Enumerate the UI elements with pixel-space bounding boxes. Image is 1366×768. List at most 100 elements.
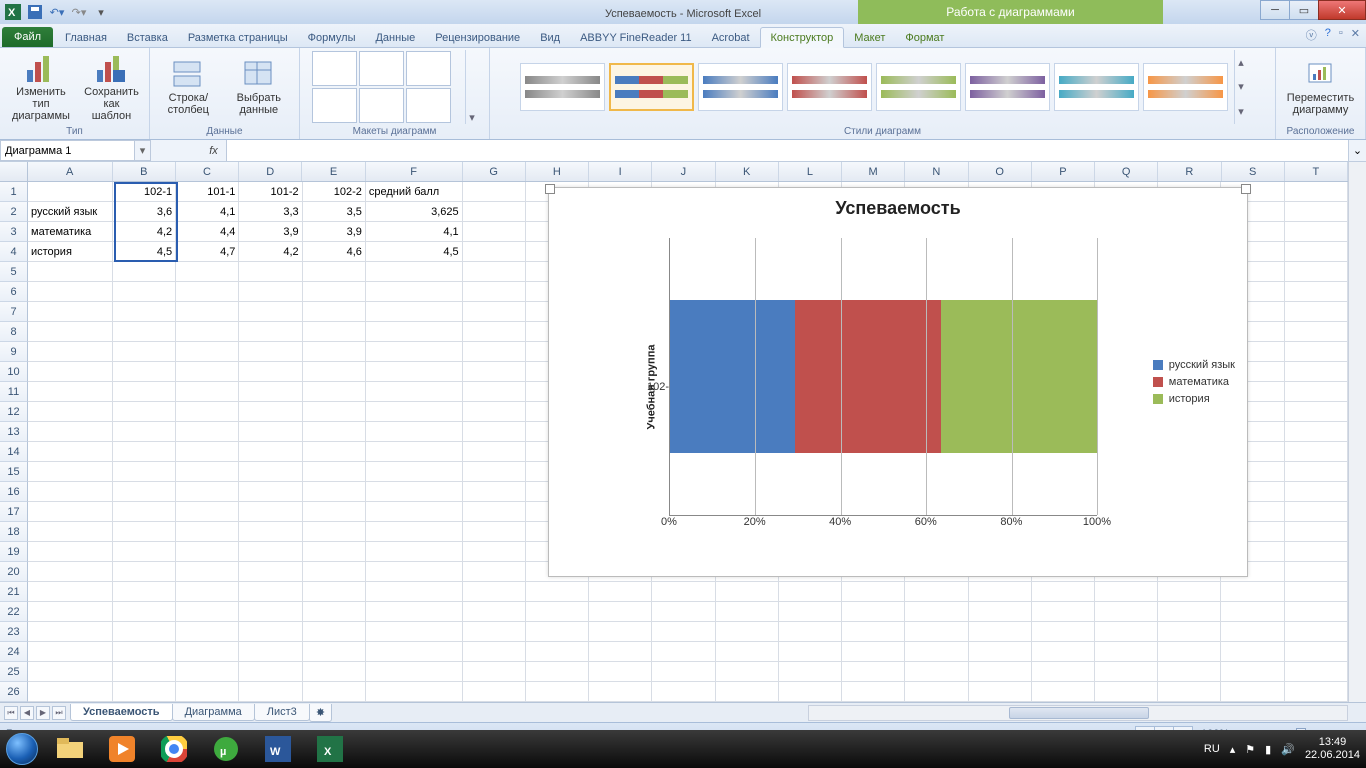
layout-thumb[interactable] xyxy=(359,51,404,86)
tray-language[interactable]: RU xyxy=(1204,743,1220,755)
cell[interactable] xyxy=(842,662,905,682)
cell[interactable] xyxy=(239,462,302,482)
cell[interactable] xyxy=(463,682,526,702)
row-header[interactable]: 14 xyxy=(0,442,28,462)
tray-volume-icon[interactable]: 🔊 xyxy=(1281,743,1295,756)
chart-layouts-gallery[interactable] xyxy=(311,50,461,124)
chart-title[interactable]: Успеваемость xyxy=(549,188,1247,223)
move-chart-button[interactable]: Переместить диаграмму xyxy=(1282,56,1359,118)
cell[interactable] xyxy=(176,662,239,682)
cell[interactable] xyxy=(113,362,176,382)
cell[interactable] xyxy=(652,682,715,702)
cell[interactable] xyxy=(239,682,302,702)
cell[interactable] xyxy=(842,642,905,662)
styles-more-icon[interactable]: ▾ xyxy=(1238,105,1244,118)
formula-input[interactable] xyxy=(227,140,1348,161)
cell[interactable] xyxy=(716,662,779,682)
cell[interactable] xyxy=(526,662,589,682)
layouts-more-icon[interactable]: ▾ xyxy=(465,50,479,124)
cell[interactable] xyxy=(239,362,302,382)
cell[interactable] xyxy=(716,582,779,602)
bar-segment[interactable] xyxy=(795,300,941,452)
row-header[interactable]: 18 xyxy=(0,522,28,542)
cell[interactable] xyxy=(176,342,239,362)
column-header[interactable]: M xyxy=(842,162,905,181)
cell[interactable] xyxy=(176,442,239,462)
cell[interactable] xyxy=(1285,542,1348,562)
cell[interactable] xyxy=(113,562,176,582)
column-header[interactable]: S xyxy=(1222,162,1285,181)
cell[interactable]: 3,3 xyxy=(239,202,302,222)
chart-style-thumb[interactable] xyxy=(876,63,961,111)
cell[interactable] xyxy=(1285,602,1348,622)
styles-down-icon[interactable]: ▾ xyxy=(1238,80,1244,93)
cell[interactable] xyxy=(1221,682,1284,702)
sheet-nav-first-icon[interactable]: ⏮ xyxy=(4,706,18,720)
cell[interactable] xyxy=(905,682,968,702)
cell[interactable] xyxy=(113,602,176,622)
row-header[interactable]: 24 xyxy=(0,642,28,662)
switch-row-column-button[interactable]: Строка/столбец xyxy=(156,56,221,118)
cell[interactable] xyxy=(905,662,968,682)
cell[interactable] xyxy=(239,602,302,622)
cell[interactable] xyxy=(28,562,113,582)
cell[interactable]: история xyxy=(28,242,113,262)
row-header[interactable]: 2 xyxy=(0,202,28,222)
cell[interactable] xyxy=(113,302,176,322)
cell[interactable] xyxy=(1285,582,1348,602)
cell[interactable] xyxy=(589,682,652,702)
tray-up-icon[interactable]: ▴ xyxy=(1230,743,1236,756)
new-sheet-button[interactable]: ✸ xyxy=(309,704,332,722)
layout-thumb[interactable] xyxy=(312,88,357,123)
cell[interactable] xyxy=(176,382,239,402)
cell[interactable] xyxy=(176,462,239,482)
cell[interactable] xyxy=(1095,622,1158,642)
redo-icon[interactable]: ↷▾ xyxy=(70,3,88,21)
cell[interactable] xyxy=(589,642,652,662)
cell[interactable] xyxy=(463,622,526,642)
cell[interactable] xyxy=(969,642,1032,662)
cell[interactable] xyxy=(28,462,113,482)
cell[interactable] xyxy=(1095,662,1158,682)
cell[interactable] xyxy=(303,682,366,702)
cell[interactable] xyxy=(1285,642,1348,662)
cell[interactable] xyxy=(1285,222,1348,242)
cell[interactable] xyxy=(239,562,302,582)
cell[interactable] xyxy=(526,622,589,642)
cell[interactable] xyxy=(463,602,526,622)
cell[interactable] xyxy=(239,262,302,282)
cell[interactable] xyxy=(463,182,526,202)
cell[interactable] xyxy=(176,502,239,522)
cell[interactable] xyxy=(28,522,113,542)
row-header[interactable]: 7 xyxy=(0,302,28,322)
cell[interactable] xyxy=(1032,622,1095,642)
cell[interactable] xyxy=(303,642,366,662)
taskbar-chrome-icon[interactable] xyxy=(150,732,198,766)
cell[interactable] xyxy=(303,562,366,582)
taskbar-excel-icon[interactable]: X xyxy=(306,732,354,766)
tray-network-icon[interactable]: ▮ xyxy=(1265,743,1271,756)
cell[interactable] xyxy=(28,482,113,502)
column-header[interactable]: K xyxy=(716,162,779,181)
cell[interactable] xyxy=(28,402,113,422)
cell[interactable] xyxy=(113,582,176,602)
cell[interactable] xyxy=(28,682,113,702)
cell[interactable] xyxy=(303,282,366,302)
cell[interactable] xyxy=(239,282,302,302)
cell[interactable] xyxy=(239,442,302,462)
cell[interactable] xyxy=(113,402,176,422)
cell[interactable]: 4,1 xyxy=(176,202,239,222)
sheet-tab[interactable]: Диаграмма xyxy=(172,704,255,721)
cell[interactable] xyxy=(176,402,239,422)
cell[interactable] xyxy=(113,502,176,522)
cell[interactable] xyxy=(28,602,113,622)
cell[interactable] xyxy=(463,442,526,462)
ribbon-minimize-icon[interactable]: ⓥ xyxy=(1306,27,1317,43)
cell[interactable] xyxy=(113,322,176,342)
cell[interactable] xyxy=(176,582,239,602)
cell[interactable] xyxy=(303,462,366,482)
cell[interactable] xyxy=(113,622,176,642)
cell[interactable] xyxy=(176,622,239,642)
cell[interactable] xyxy=(176,602,239,622)
tab-acrobat[interactable]: Acrobat xyxy=(702,28,760,47)
